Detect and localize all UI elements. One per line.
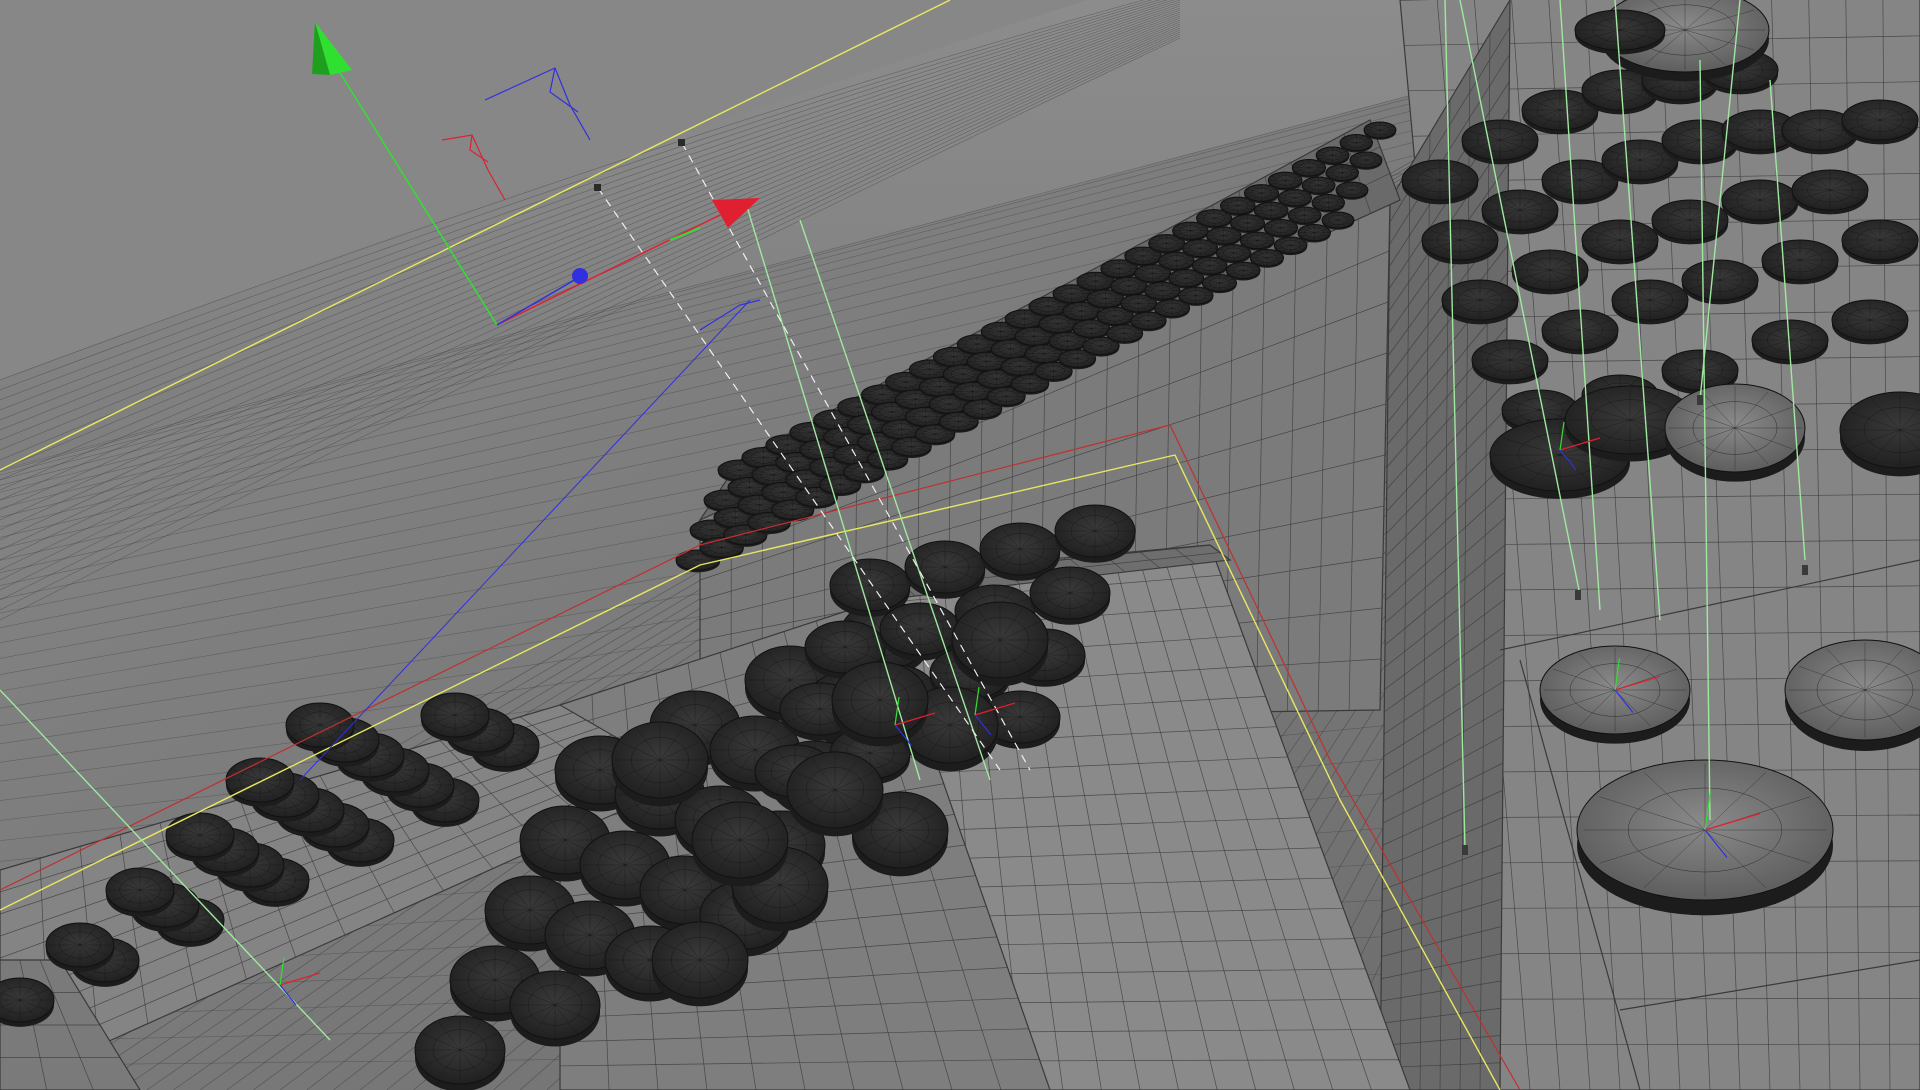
scene-canvas[interactable] [0,0,1920,1090]
light-handle-icon [594,184,601,191]
guide-handle-icon [1697,395,1703,405]
disc [1315,146,1350,166]
3d-viewport[interactable] [0,0,1920,1090]
disc [105,867,175,917]
disc [951,601,1049,687]
disc [420,692,490,742]
disc [1611,279,1689,325]
disc [1461,119,1539,165]
disc [165,812,235,862]
disc-selected [1664,383,1806,482]
disc [1541,309,1619,355]
guide-handle-icon [1575,590,1581,600]
disc [1791,169,1869,215]
disc [1349,151,1383,170]
disc [1297,224,1332,243]
disc [1441,279,1519,325]
disc [786,751,884,837]
disc [1841,99,1919,145]
disc [1287,206,1322,226]
disc [1363,121,1397,140]
z-axis-handle-icon [572,268,588,284]
disc [1321,211,1355,230]
disc [1421,219,1499,265]
disc [1574,9,1666,55]
disc [45,922,115,972]
disc [1841,219,1919,265]
disc [691,801,789,887]
disc-selected [1576,759,1834,916]
disc [1681,259,1759,305]
light-handle-icon [678,139,685,146]
disc [1721,179,1799,225]
guide-handle-icon [1462,845,1468,855]
disc-selected [1539,645,1691,744]
disc [1325,164,1360,183]
disc [651,921,749,1007]
disc [1761,239,1839,285]
disc [1335,181,1369,200]
disc [1054,504,1136,563]
disc [1301,176,1336,196]
disc [1481,189,1559,235]
disc [611,721,709,807]
disc [1401,159,1479,205]
disc [1339,134,1374,153]
disc [1311,194,1346,213]
disc [509,970,601,1047]
disc [831,661,929,747]
disc [1273,236,1308,256]
guide-handle-icon [1802,565,1808,575]
disc [1581,219,1659,265]
disc [1831,299,1909,345]
disc [1029,566,1111,625]
disc [414,1015,506,1090]
